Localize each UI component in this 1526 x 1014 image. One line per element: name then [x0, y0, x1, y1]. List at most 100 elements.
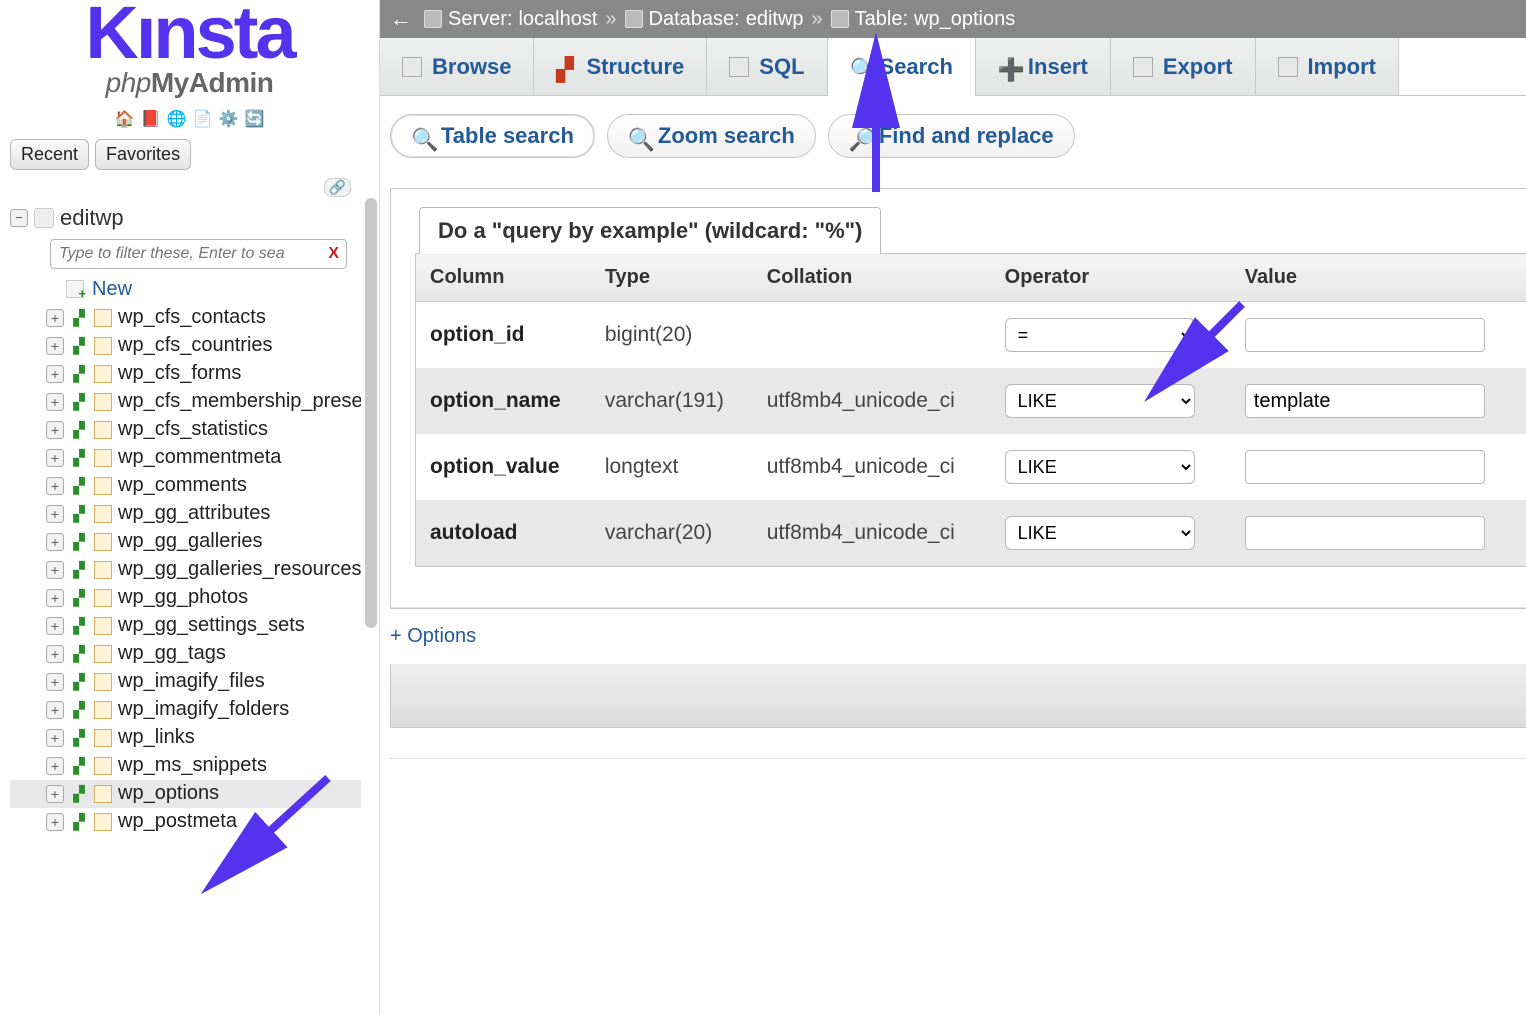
sql-icon — [729, 57, 749, 77]
expand-icon[interactable]: + — [46, 729, 64, 747]
logout-icon[interactable]: 📕 — [141, 109, 161, 129]
expand-icon[interactable]: + — [46, 309, 64, 327]
clear-filter-icon[interactable]: X — [328, 245, 339, 263]
value-input[interactable] — [1245, 516, 1485, 550]
db-name[interactable]: editwp — [60, 205, 124, 231]
db-node[interactable]: − editwp — [10, 203, 375, 233]
expand-icon[interactable]: + — [46, 365, 64, 383]
qbe-table: Column Type Collation Operator Value opt… — [415, 253, 1526, 567]
expand-icon[interactable]: + — [46, 561, 64, 579]
sidebar-table-item[interactable]: +▞wp_options — [10, 780, 375, 808]
sidebar-table-item[interactable]: + ▞ wp_imagify_files — [10, 668, 375, 696]
table-name: wp_imagify_files — [118, 670, 265, 693]
top-tabs: Browse ▞Structure SQL 🔍Search ➕Insert Ex… — [380, 38, 1526, 96]
subtab-find-replace[interactable]: 🔎Find and replace — [828, 114, 1075, 158]
structure-icon: ▞ — [556, 57, 576, 77]
sidebar-table-item[interactable]: +▞wp_gg_tags — [10, 640, 375, 668]
main: ← Server: localhost » Database: editwp »… — [380, 0, 1526, 1014]
tab-insert[interactable]: ➕Insert — [976, 38, 1111, 95]
expand-icon[interactable]: + — [46, 813, 64, 831]
favorites-button[interactable]: Favorites — [95, 139, 191, 170]
operator-select[interactable]: LIKE — [1005, 516, 1195, 550]
table-name: wp_links — [118, 726, 195, 749]
docs-icon[interactable]: 🌐 — [167, 109, 187, 129]
operator-select[interactable]: = — [1005, 318, 1195, 352]
value-input[interactable] — [1245, 384, 1485, 418]
expand-icon[interactable]: + — [46, 449, 64, 467]
collapse-icon[interactable]: − — [10, 209, 28, 227]
expand-icon[interactable]: + — [46, 701, 64, 719]
tab-export[interactable]: Export — [1111, 38, 1256, 95]
gear-icon[interactable]: ⚙️ — [219, 109, 239, 129]
table-name: wp_gg_photos — [118, 586, 248, 609]
database-icon — [625, 10, 643, 28]
tab-sql[interactable]: SQL — [707, 38, 827, 95]
expand-icon[interactable]: + — [46, 757, 64, 775]
expand-icon[interactable]: + — [46, 393, 64, 411]
sidebar-scrollbar[interactable] — [361, 198, 379, 1014]
sidebar-table-item[interactable]: +▞wp_gg_galleries_resources — [10, 556, 375, 584]
expand-icon[interactable]: + — [46, 337, 64, 355]
expand-icon[interactable]: + — [46, 589, 64, 607]
sidebar-table-item[interactable]: +▞wp_cfs_contacts — [10, 304, 375, 332]
breadcrumb-server[interactable]: Server: localhost — [424, 8, 597, 31]
sidebar-table-item[interactable]: +▞wp_cfs_statistics — [10, 416, 375, 444]
recent-button[interactable]: Recent — [10, 139, 89, 170]
expand-icon[interactable]: + — [46, 477, 64, 495]
sidebar-table-item[interactable]: +▞wp_gg_galleries — [10, 528, 375, 556]
table-icon — [94, 393, 112, 411]
table-name: wp_comments — [118, 474, 247, 497]
table-icon — [94, 785, 112, 803]
table-icon — [94, 757, 112, 775]
sidebar-table-item[interactable]: +▞wp_postmeta — [10, 808, 375, 836]
sidebar-table-item[interactable]: +▞wp_cfs_membership_prese — [10, 388, 375, 416]
sidebar-table-item[interactable]: +▞wp_gg_attributes — [10, 500, 375, 528]
cell-collation: utf8mb4_unicode_ci — [753, 500, 991, 567]
sql-icon[interactable]: 📄 — [193, 109, 213, 129]
table-name: wp_cfs_membership_prese — [118, 390, 363, 413]
expand-icon[interactable]: + — [46, 617, 64, 635]
value-input[interactable] — [1245, 450, 1485, 484]
back-icon[interactable]: ← — [390, 6, 416, 32]
value-input[interactable] — [1245, 318, 1485, 352]
operator-select[interactable]: LIKE — [1005, 450, 1195, 484]
sidebar-table-item[interactable]: +▞wp_gg_photos — [10, 584, 375, 612]
sidebar-table-item[interactable]: +▞wp_cfs_forms — [10, 360, 375, 388]
table-icon — [94, 365, 112, 383]
tab-import[interactable]: Import — [1256, 38, 1399, 95]
home-icon[interactable]: 🏠 — [115, 109, 135, 129]
subtab-table-search[interactable]: 🔍Table search — [390, 114, 595, 158]
subtab-zoom-search[interactable]: 🔍Zoom search — [607, 114, 816, 158]
new-table-link[interactable]: New — [10, 275, 375, 304]
breadcrumb-database[interactable]: Database: editwp — [625, 8, 804, 31]
tab-search[interactable]: 🔍Search — [828, 38, 976, 95]
sidebar-table-item[interactable]: +▞wp_gg_settings_sets — [10, 612, 375, 640]
expand-icon[interactable]: + — [46, 421, 64, 439]
sidebar-table-item[interactable]: +▞wp_imagify_folders — [10, 696, 375, 724]
qbe-row: option_namevarchar(191)utf8mb4_unicode_c… — [416, 368, 1526, 434]
breadcrumb-table[interactable]: Table: wp_options — [831, 8, 1016, 31]
search-icon: 🔍 — [850, 57, 870, 77]
expand-icon[interactable]: + — [46, 533, 64, 551]
options-toggle[interactable]: + Options — [380, 609, 1526, 664]
filter-input[interactable] — [50, 239, 347, 269]
sidebar-table-item[interactable]: +▞wp_cfs_countries — [10, 332, 375, 360]
database-icon — [34, 208, 54, 228]
table-icon — [94, 477, 112, 495]
sidebar-table-item[interactable]: +▞wp_commentmeta — [10, 444, 375, 472]
tab-structure[interactable]: ▞Structure — [534, 38, 707, 95]
sidebar-table-item[interactable]: +▞wp_comments — [10, 472, 375, 500]
table-struct-icon: ▞ — [70, 673, 88, 691]
link-icon[interactable]: 🔗 — [324, 178, 351, 197]
tab-browse[interactable]: Browse — [380, 38, 534, 95]
sidebar-table-item[interactable]: +▞wp_links — [10, 724, 375, 752]
qbe-row: option_idbigint(20)= — [416, 302, 1526, 369]
sidebar-table-item[interactable]: +▞wp_ms_snippets — [10, 752, 375, 780]
reload-icon[interactable]: 🔄 — [245, 109, 265, 129]
expand-icon[interactable]: + — [46, 673, 64, 691]
expand-icon[interactable]: + — [46, 505, 64, 523]
expand-icon[interactable]: + — [46, 645, 64, 663]
cell-value — [1231, 368, 1526, 434]
operator-select[interactable]: LIKE — [1005, 384, 1195, 418]
expand-icon[interactable]: + — [46, 785, 64, 803]
